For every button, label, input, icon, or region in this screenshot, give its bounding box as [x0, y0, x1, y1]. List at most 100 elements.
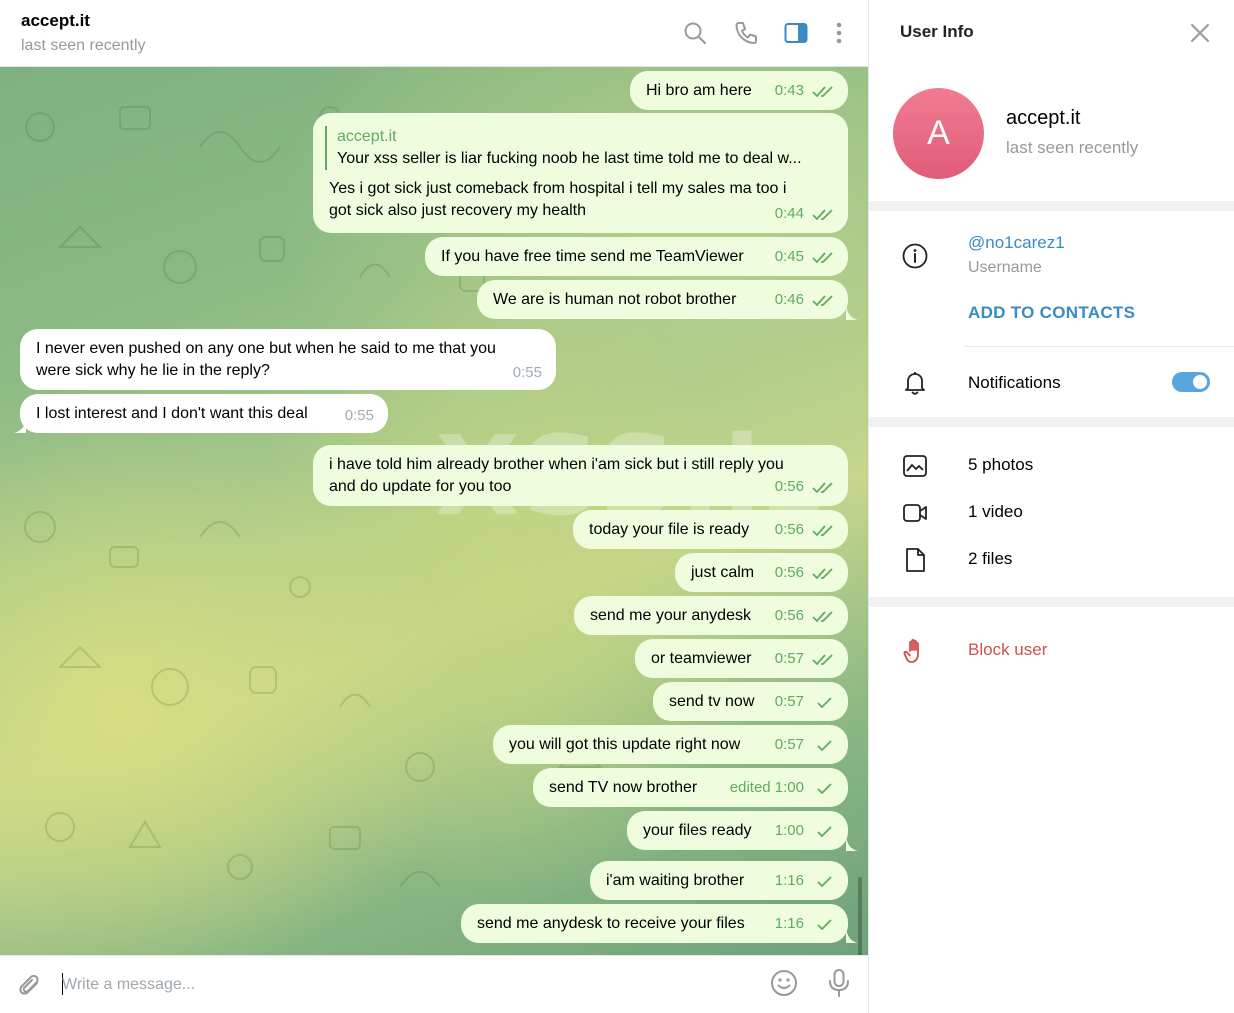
message-text: just calm	[691, 564, 755, 581]
message-outgoing[interactable]: just calm 0:56	[675, 553, 848, 592]
message-time: 0:56	[774, 564, 804, 581]
message-outgoing[interactable]: today your file is ready 0:56	[573, 510, 848, 549]
message-text-line-1: I never even pushed on any one but when …	[36, 340, 496, 357]
bell-icon	[901, 369, 929, 397]
chat-status: last seen recently	[21, 37, 146, 54]
notifications-toggle[interactable]	[1172, 372, 1210, 392]
avatar[interactable]: A	[893, 88, 984, 179]
section-divider	[869, 201, 1234, 211]
photo-icon	[901, 452, 929, 480]
search-icon[interactable]	[682, 20, 708, 46]
message-text: We are is human not robot brother	[493, 291, 737, 308]
single-check-icon	[812, 739, 836, 753]
profile-status: last seen recently	[1006, 138, 1139, 157]
panel-title: User Info	[900, 22, 974, 41]
bubble-tail	[846, 833, 858, 851]
message-outgoing[interactable]: send me your anydesk 0:56	[574, 596, 848, 635]
message-time: 0:55	[344, 407, 374, 424]
message-text: I lost interest and I don't want this de…	[36, 405, 308, 422]
message-outgoing[interactable]: your files ready 1:00	[627, 811, 848, 850]
video-icon	[901, 499, 929, 527]
double-check-icon	[812, 85, 836, 99]
message-outgoing[interactable]: send tv now 0:57	[653, 682, 848, 721]
message-outgoing-reply[interactable]: accept.it Your xss seller is liar fuckin…	[313, 113, 848, 233]
double-check-icon	[812, 610, 836, 624]
message-text-line-2: were sick why he lie in the reply?	[36, 362, 270, 379]
message-outgoing[interactable]: Hi bro am here 0:43	[630, 71, 848, 110]
message-text: send tv now	[669, 693, 755, 710]
single-check-icon	[812, 696, 836, 710]
section-divider	[869, 417, 1234, 427]
reply-author: accept.it	[337, 128, 397, 145]
paperclip-icon[interactable]	[16, 972, 44, 1000]
chat-header: accept.it last seen recently	[0, 0, 868, 67]
more-vertical-icon[interactable]	[826, 20, 852, 46]
message-outgoing[interactable]: i'am waiting brother 1:16	[590, 861, 848, 900]
double-check-icon	[812, 524, 836, 538]
reply-quote[interactable]: accept.it Your xss seller is liar fuckin…	[325, 126, 832, 170]
username-value[interactable]: @no1carez1	[968, 233, 1065, 253]
message-text: your files ready	[643, 822, 752, 839]
message-time: 0:43	[774, 82, 804, 99]
double-check-icon	[812, 251, 836, 265]
double-check-icon	[812, 653, 836, 667]
close-icon[interactable]	[1187, 20, 1213, 46]
microphone-icon[interactable]	[826, 968, 852, 1003]
message-text: Hi bro am here	[646, 82, 752, 99]
message-composer	[0, 955, 868, 1013]
message-time: 0:56	[774, 607, 804, 624]
bubble-tail	[14, 415, 26, 433]
message-text: you will got this update right now	[509, 736, 741, 753]
message-time: edited 1:00	[729, 779, 804, 796]
message-outgoing[interactable]: If you have free time send me TeamViewer…	[425, 237, 848, 276]
message-outgoing[interactable]: i have told him already brother when i'a…	[313, 445, 848, 506]
toggle-knob	[1191, 373, 1209, 391]
message-outgoing[interactable]: We are is human not robot brother 0:46	[477, 280, 848, 319]
shared-files-link[interactable]: 2 files	[968, 549, 1012, 569]
message-time: 0:57	[774, 693, 804, 710]
message-text: or teamviewer	[651, 650, 752, 667]
message-time: 0:46	[774, 291, 804, 308]
shared-video-link[interactable]: 1 video	[968, 502, 1023, 522]
message-outgoing-edited[interactable]: send TV now brother edited 1:00	[533, 768, 848, 807]
message-outgoing[interactable]: or teamviewer 0:57	[635, 639, 848, 678]
emoji-icon[interactable]	[769, 968, 799, 1003]
info-icon	[901, 242, 929, 270]
chat-pane: accept.it last seen recently Hi bro am h…	[0, 0, 868, 1013]
message-text: send TV now brother	[549, 779, 698, 796]
double-check-icon	[812, 567, 836, 581]
block-user-button[interactable]: Block user	[968, 640, 1047, 660]
sidebar-toggle-icon[interactable]	[783, 20, 809, 46]
message-text: send me anydesk to receive your files	[477, 915, 745, 932]
message-incoming[interactable]: I lost interest and I don't want this de…	[20, 394, 388, 433]
profile-name: accept.it	[1006, 107, 1081, 129]
message-input[interactable]	[62, 970, 742, 1000]
message-time: 0:55	[512, 364, 542, 381]
reply-excerpt: Your xss seller is liar fucking noob he …	[337, 150, 802, 167]
message-outgoing[interactable]: send me anydesk to receive your files 1:…	[461, 904, 848, 943]
notifications-label: Notifications	[968, 373, 1061, 392]
double-check-icon	[812, 294, 836, 308]
single-check-icon	[812, 875, 836, 889]
message-text: i'am waiting brother	[606, 872, 745, 889]
username-label: Username	[968, 259, 1042, 276]
single-check-icon	[812, 782, 836, 796]
message-text: today your file is ready	[589, 521, 750, 538]
shared-photos-link[interactable]: 5 photos	[968, 455, 1033, 475]
message-outgoing[interactable]: you will got this update right now 0:57	[493, 725, 848, 764]
chat-title[interactable]: accept.it	[21, 11, 90, 31]
message-incoming[interactable]: I never even pushed on any one but when …	[20, 329, 556, 390]
section-divider	[869, 597, 1234, 607]
bubble-tail	[846, 925, 858, 943]
message-time: 1:16	[774, 915, 804, 932]
user-info-panel: User Info A accept.it last seen recently…	[868, 0, 1234, 1013]
add-to-contacts-button[interactable]: ADD TO CONTACTS	[968, 303, 1135, 323]
message-text-line-1: i have told him already brother when i'a…	[329, 456, 784, 473]
hand-stop-icon	[901, 637, 929, 665]
phone-icon[interactable]	[733, 20, 759, 46]
message-time: 0:56	[774, 521, 804, 538]
message-text-line-1: Yes i got sick just comeback from hospit…	[329, 180, 787, 197]
message-time: 0:45	[774, 248, 804, 265]
message-time: 1:00	[774, 822, 804, 839]
chat-scrollbar[interactable]	[858, 877, 862, 955]
